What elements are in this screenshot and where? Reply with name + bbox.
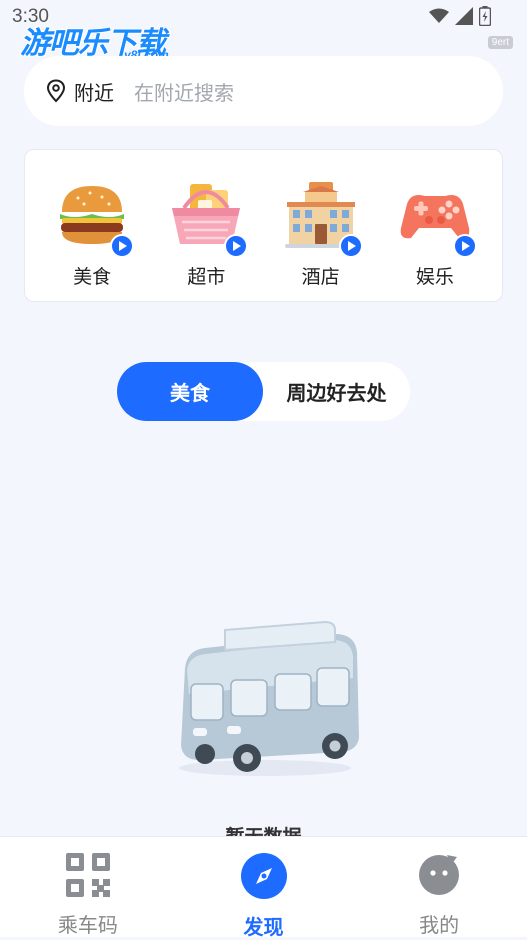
signal-icon (455, 7, 473, 25)
tab-switcher: 美食 周边好去处 (117, 362, 410, 421)
bottom-nav: 乘车码 发现 我的 (0, 836, 527, 939)
category-label: 酒店 (301, 266, 340, 288)
shopping-basket-icon (168, 178, 249, 258)
play-icon (224, 234, 249, 258)
nav-ride-code[interactable]: 乘车码 (0, 837, 176, 937)
category-label: 娱乐 (415, 266, 454, 288)
hotel-icon (283, 178, 363, 258)
empty-state-bus-illustration (179, 620, 359, 776)
category-card: 美食 超市 酒店 娱乐 (24, 149, 503, 302)
play-icon (338, 234, 363, 258)
status-icons (429, 6, 491, 26)
battery-icon (479, 6, 491, 26)
qr-code-icon (65, 853, 111, 897)
nav-label: 乘车码 (57, 913, 118, 937)
category-supermarket[interactable]: 超市 (156, 150, 256, 301)
tab-food[interactable]: 美食 (117, 362, 263, 421)
category-hotel[interactable]: 酒店 (271, 150, 371, 301)
wifi-icon (429, 8, 449, 23)
category-food[interactable]: 美食 (42, 150, 142, 301)
tab-nearby-places[interactable]: 周边好去处 (263, 362, 410, 421)
category-entertainment[interactable]: 娱乐 (385, 150, 485, 301)
search-bar[interactable]: 附近 在附近搜索 (24, 56, 503, 126)
gamepad-icon (397, 178, 477, 258)
corner-badge: 9ert (487, 36, 513, 49)
category-label: 超市 (187, 266, 226, 288)
status-bar: 3:30 游吧乐下载 y8l.com 9ert (0, 0, 527, 62)
compass-icon (240, 853, 287, 899)
play-icon (110, 234, 135, 258)
play-icon (452, 234, 477, 258)
category-label: 美食 (73, 266, 112, 288)
nav-label: 我的 (419, 913, 460, 937)
profile-icon (416, 853, 462, 897)
nav-discover[interactable]: 发现 (176, 837, 352, 939)
location-pin-icon (46, 79, 66, 103)
location-label[interactable]: 附近 (74, 77, 114, 106)
search-input[interactable]: 在附近搜索 (134, 77, 234, 106)
nav-profile[interactable]: 我的 (351, 837, 527, 937)
nav-label: 发现 (243, 915, 284, 939)
burger-icon (54, 178, 135, 258)
